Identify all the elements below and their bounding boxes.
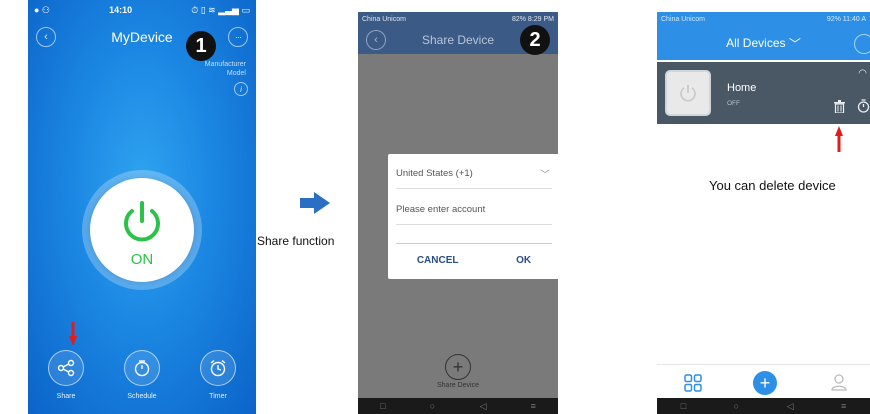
nav-back-icon[interactable]: ◁ [479, 401, 486, 412]
add-device-icon[interactable]: + [753, 371, 777, 395]
meta-model: Model [226, 70, 246, 77]
carrier-label: China Unicom [362, 15, 406, 23]
menu-icon[interactable]: ≡ [841, 401, 846, 411]
red-arrow-down-icon [69, 322, 77, 346]
tutorial-composite: ● ⚇ 14:10 ⏱ ▯ ≋ ▂▃▅ ▭ ‹ MyDevice ··· 1 M… [0, 0, 870, 414]
timer-icon[interactable] [857, 99, 870, 113]
device-name: Home [727, 82, 757, 94]
share-device-screen: China Unicom 82% 8:29 PM ‹ Share Device … [358, 12, 558, 414]
action-bar: Share Schedule Timer [28, 350, 256, 400]
more-icon[interactable] [854, 34, 870, 54]
status-time: 14:10 [109, 5, 133, 15]
page-title[interactable]: All Devices [726, 36, 785, 50]
country-select[interactable]: United States (+1) ﹀ [396, 168, 552, 181]
status-right: 92% 11:40 A [826, 15, 866, 23]
info-icon[interactable]: i [234, 82, 248, 96]
share-action[interactable]: Share [36, 350, 96, 400]
menu-icon[interactable]: ≡ [531, 401, 536, 411]
bottom-tab-bar: + [657, 364, 870, 398]
status-bar: China Unicom 82% 8:29 PM [358, 12, 558, 26]
recent-apps-icon[interactable]: □ [380, 401, 385, 411]
nav-back-icon[interactable]: ◁ [787, 401, 794, 412]
back-icon[interactable]: ‹ [36, 27, 56, 47]
device-control-screen: ● ⚇ 14:10 ⏱ ▯ ≋ ▂▃▅ ▭ ‹ MyDevice ··· 1 M… [28, 0, 256, 414]
meta-manufacturer: Manufacturer [204, 61, 246, 68]
schedule-action[interactable]: Schedule [112, 350, 172, 400]
share-icon [48, 350, 84, 386]
device-state: OFF [727, 100, 740, 107]
grid-icon[interactable] [684, 374, 702, 392]
chevron-down-icon: ﹀ [540, 170, 550, 181]
stopwatch-icon [124, 350, 160, 386]
user-icon[interactable] [830, 373, 848, 391]
schedule-label: Schedule [127, 393, 157, 400]
top-bar: ‹ Share Device 2 [358, 25, 558, 55]
status-bar: China Unicom 92% 11:40 A [657, 12, 870, 26]
android-nav-bar: □ ○ ◁ ≡ [358, 398, 558, 414]
power-button-face: ON [90, 178, 194, 282]
power-state: ON [130, 250, 154, 268]
trash-icon[interactable] [834, 100, 845, 113]
home-icon[interactable]: ○ [430, 401, 435, 411]
country-value: United States (+1) [396, 168, 473, 179]
blue-arrow-right-icon [300, 192, 330, 214]
android-nav-bar: □ ○ ◁ ≡ [657, 398, 870, 414]
delete-device-message: You can delete device [709, 178, 836, 193]
timer-action[interactable]: Timer [188, 350, 248, 400]
device-meta: Manufacturer Model [205, 60, 246, 78]
device-thumbnail [665, 70, 711, 116]
share-dialog: United States (+1) ﹀ Please enter accoun… [388, 154, 558, 279]
share-label: Share [56, 393, 76, 400]
back-icon[interactable]: ‹ [366, 30, 386, 50]
all-devices-screen: China Unicom 92% 11:40 A All Devices ﹀ H… [657, 12, 870, 414]
status-bar: ● ⚇ 14:10 ⏱ ▯ ≋ ▂▃▅ ▭ [28, 0, 256, 20]
power-icon [124, 200, 160, 241]
power-button[interactable]: ON [82, 170, 202, 290]
status-right-icons: ⏱ ▯ ≋ ▂▃▅ ▭ [191, 4, 250, 15]
plus-icon: + [445, 354, 471, 380]
step-badge-1: 1 [186, 31, 216, 61]
wifi-icon: ◠ [858, 68, 867, 79]
timer-label: Timer [209, 393, 227, 400]
carrier-label: China Unicom [661, 15, 705, 23]
more-icon[interactable]: ··· [228, 27, 248, 47]
page-title: Share Device [421, 33, 495, 47]
share-device-label: Share Device [436, 382, 480, 389]
recent-apps-icon[interactable]: □ [681, 401, 686, 411]
cancel-button[interactable]: CANCEL [417, 255, 459, 266]
status-right: 82% 8:29 PM [511, 15, 554, 23]
divider [396, 188, 552, 189]
home-icon[interactable]: ○ [734, 401, 739, 411]
page-title: MyDevice [111, 29, 173, 45]
top-bar: All Devices ﹀ [657, 26, 870, 60]
step-badge-2: 2 [520, 25, 550, 55]
alarm-clock-icon [200, 350, 236, 386]
divider [396, 224, 552, 225]
account-input[interactable]: Please enter account [396, 204, 552, 215]
share-function-label: Share function [257, 234, 335, 248]
power-icon [680, 85, 696, 102]
top-bar: ‹ MyDevice ··· [28, 20, 256, 54]
device-card[interactable]: Home OFF ◠ [657, 62, 870, 124]
ok-button[interactable]: OK [516, 255, 531, 266]
divider [396, 243, 552, 244]
red-arrow-up-icon [835, 126, 843, 152]
dialog-buttons: CANCEL OK [388, 255, 558, 266]
chevron-down-icon: ﹀ [785, 36, 801, 51]
status-left-icons: ● ⚇ [34, 4, 51, 15]
